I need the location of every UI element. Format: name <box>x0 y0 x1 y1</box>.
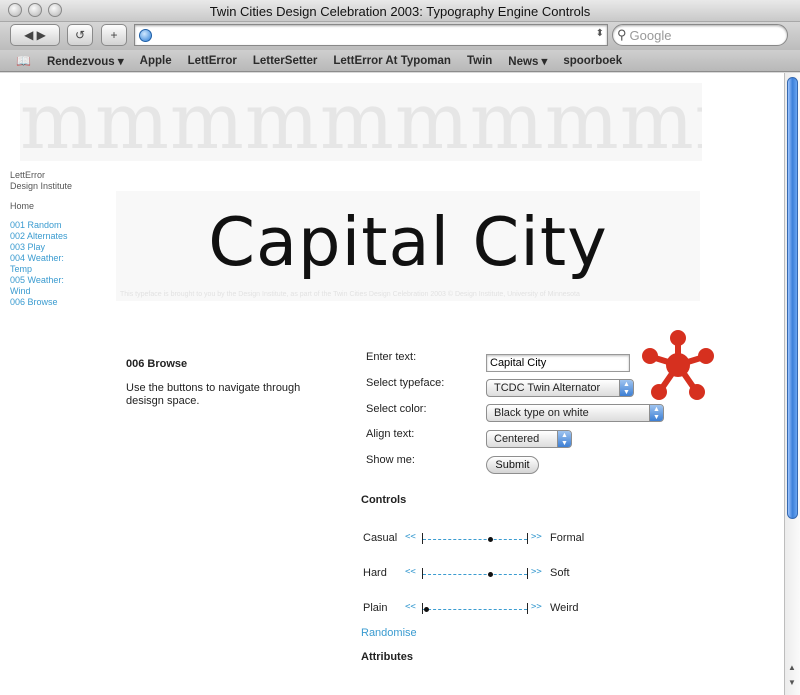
slider-left-label: Casual <box>363 532 398 544</box>
color-value: Black type on white <box>494 407 589 419</box>
bookmark-item[interactable]: Apple <box>140 55 172 67</box>
slider-right-arrows[interactable]: >> <box>531 532 542 542</box>
nav-home[interactable]: Home <box>10 201 110 212</box>
open-book-icon[interactable]: 📖 <box>16 54 31 68</box>
vertical-scrollbar[interactable]: ▲ ▼ <box>784 73 800 695</box>
type-preview: Capital City This typeface is brought to… <box>116 191 700 301</box>
color-label: Select color: <box>366 403 427 415</box>
side-nav: LettError Design Institute Home 001 Rand… <box>10 170 110 308</box>
slider-track[interactable]: << >> <box>405 532 542 544</box>
reload-button[interactable]: ↺ <box>67 24 93 46</box>
chevron-updown-icon: ▲ ▼ <box>557 431 571 447</box>
align-value: Centered <box>494 433 540 445</box>
align-label: Align text: <box>366 428 415 440</box>
nav-link-random[interactable]: 001 Random <box>10 220 110 231</box>
slider-track[interactable]: << >> <box>405 602 542 614</box>
bookmark-item[interactable]: LettError <box>188 55 237 67</box>
slider-left-arrows[interactable]: << <box>405 602 416 612</box>
submit-button[interactable]: Submit <box>486 456 539 474</box>
slider-right-arrows[interactable]: >> <box>531 567 542 577</box>
banner-letters: mmmmmmmmmmmm <box>20 83 702 161</box>
bookmark-item[interactable]: Rendezvous ▾ <box>47 54 124 68</box>
title-bar: Twin Cities Design Celebration 2003: Typ… <box>0 0 800 22</box>
slider-left-label: Hard <box>363 567 387 579</box>
section-title: 006 Browse <box>126 358 188 370</box>
search-field[interactable]: ⚲ Google <box>612 24 788 46</box>
slider-hard-soft[interactable]: Hard << >> Soft <box>363 567 613 581</box>
enter-text-label: Enter text: <box>366 351 417 363</box>
address-field[interactable]: ⬍ <box>134 24 608 46</box>
typeface-value: TCDC Twin Alternator <box>494 382 601 394</box>
page-viewport: mmmmmmmmmmmm LettError Design Institute … <box>0 73 784 695</box>
randomise-link[interactable]: Randomise <box>361 627 417 639</box>
nav-link-weather-wind[interactable]: Wind <box>10 286 110 297</box>
nav-link-play[interactable]: 003 Play <box>10 242 110 253</box>
slider-knob[interactable] <box>488 572 494 577</box>
back-forward-button[interactable]: ◀ ▶ <box>10 24 60 46</box>
typeface-select[interactable]: TCDC Twin Alternator ▲ ▼ <box>486 379 634 397</box>
credit-line: This typeface is brought to you by the D… <box>120 291 580 298</box>
slider-left-label: Plain <box>363 602 388 614</box>
slider-plain-weird[interactable]: Plain << >> Weird <box>363 602 613 616</box>
globe-icon <box>139 29 152 42</box>
slider-left-arrows[interactable]: << <box>405 567 416 577</box>
letter-banner: mmmmmmmmmmmm <box>20 83 702 161</box>
slider-left-arrows[interactable]: << <box>405 532 416 542</box>
show-me-label: Show me: <box>366 454 415 466</box>
preview-text: Capital City <box>208 203 608 281</box>
slider-knob[interactable] <box>488 537 494 542</box>
nav-link-weather-temp[interactable]: 004 Weather: <box>10 253 110 264</box>
add-bookmark-button[interactable]: + <box>101 24 127 46</box>
text-input[interactable] <box>486 354 630 372</box>
slider-track[interactable]: << >> <box>405 567 542 579</box>
bookmarks-bar: 📖 Rendezvous ▾ Apple LettError LetterSet… <box>0 50 800 72</box>
nav-link-weather-temp[interactable]: Temp <box>10 264 110 275</box>
align-select[interactable]: Centered ▲ ▼ <box>486 430 572 448</box>
nav-link-browse[interactable]: 006 Browse <box>10 297 110 308</box>
brand-line: Design Institute <box>10 181 73 191</box>
bookmark-item[interactable]: spoorboek <box>563 55 622 67</box>
slider-dash-line <box>423 574 527 575</box>
chevron-updown-icon: ▲ ▼ <box>619 380 633 396</box>
window-title: Twin Cities Design Celebration 2003: Typ… <box>209 4 591 19</box>
typeface-label: Select typeface: <box>366 377 445 389</box>
brand-line: LettError <box>10 170 46 180</box>
browser-toolbar: ◀ ▶ ↺ + ⬍ ⚲ Google <box>0 22 800 50</box>
color-select[interactable]: Black type on white ▲ ▼ <box>486 404 664 422</box>
slider-max-bar <box>527 533 528 544</box>
slider-casual-formal[interactable]: Casual << >> Formal <box>363 532 613 546</box>
chevron-updown-icon[interactable]: ⬍ <box>596 28 604 39</box>
chevron-updown-icon: ▲ ▼ <box>649 405 663 421</box>
slider-knob[interactable] <box>424 607 430 612</box>
attributes-heading: Attributes <box>361 651 413 663</box>
slider-max-bar <box>527 603 528 614</box>
nav-link-weather-wind[interactable]: 005 Weather: <box>10 275 110 286</box>
slider-dash-line <box>423 609 527 610</box>
search-placeholder: Google <box>629 27 672 43</box>
bookmark-item[interactable]: LettError At Typoman <box>333 55 451 67</box>
asterisk-logo-icon <box>642 330 714 400</box>
slider-right-arrows[interactable]: >> <box>531 602 542 612</box>
slider-right-label: Formal <box>550 532 585 544</box>
slider-max-bar <box>527 568 528 579</box>
slider-dash-line <box>423 539 527 540</box>
scroll-down-icon[interactable]: ▼ <box>788 678 796 687</box>
magnifier-icon: ⚲ <box>617 27 627 42</box>
slider-right-label: Soft <box>550 567 570 579</box>
bookmark-item[interactable]: Twin <box>467 55 492 67</box>
bookmark-item[interactable]: LetterSetter <box>253 55 318 67</box>
scroll-up-icon[interactable]: ▲ <box>788 663 796 672</box>
slider-right-label: Weird <box>550 602 579 614</box>
site-brand: LettError Design Institute <box>10 170 110 192</box>
bookmark-item[interactable]: News ▾ <box>508 54 547 68</box>
nav-link-alternates[interactable]: 002 Alternates <box>10 231 110 242</box>
section-description: Use the buttons to navigate through desi… <box>126 382 301 407</box>
scroll-thumb[interactable] <box>787 77 798 519</box>
controls-heading: Controls <box>361 494 407 506</box>
